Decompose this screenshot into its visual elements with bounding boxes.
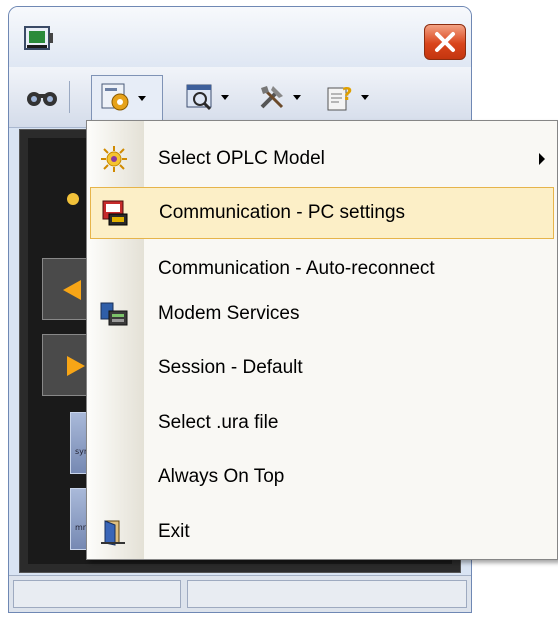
toolbar: ? — [9, 67, 471, 128]
chevron-down-icon — [138, 95, 146, 101]
tools-menu-button[interactable] — [257, 81, 301, 113]
menu-item-label: Communication - PC settings — [159, 202, 406, 223]
menu-item-always-on-top[interactable]: Always On Top — [87, 449, 557, 504]
menu-item-label: Session - Default — [158, 356, 303, 378]
close-icon — [435, 32, 455, 52]
close-button[interactable] — [424, 24, 466, 60]
view-menu-button[interactable] — [185, 81, 229, 113]
title-bar[interactable] — [9, 7, 471, 67]
settings-icon — [101, 83, 129, 111]
tools-icon — [260, 86, 284, 109]
status-pane-2 — [187, 580, 467, 608]
menu-item-label: Communication - Auto-reconnect — [158, 257, 435, 279]
status-bar — [9, 575, 471, 612]
binoculars-icon — [27, 92, 57, 106]
status-pane-1 — [13, 580, 181, 608]
communication-settings-icon — [102, 200, 128, 226]
exit-door-icon — [101, 519, 125, 546]
sun-icon — [67, 193, 79, 205]
help-icon: ? — [327, 84, 352, 111]
menu-item-label: Select .ura file — [158, 411, 279, 433]
sun-icon — [101, 145, 127, 172]
arrow-left-icon — [63, 280, 81, 300]
chevron-down-icon — [221, 94, 229, 100]
toolbar-separator — [69, 81, 70, 113]
menu-item-label: Select OPLC Model — [158, 147, 325, 169]
menu-item-modem-services[interactable]: Modem Services — [87, 286, 557, 341]
plc-app-icon — [24, 26, 53, 50]
help-menu-button[interactable]: ? — [325, 81, 369, 113]
binoculars-button[interactable] — [25, 81, 59, 113]
menu-item-exit[interactable]: Exit — [87, 504, 557, 559]
modem-icon — [100, 302, 128, 325]
menu-item-communication-pc-settings[interactable]: Communication - PC settings — [90, 187, 554, 239]
svg-text:?: ? — [342, 84, 352, 105]
menu-item-select-oplc-model[interactable]: Select OPLC Model — [87, 131, 557, 186]
arrow-right-icon — [67, 356, 85, 376]
settings-menu-button[interactable] — [91, 75, 163, 121]
view-icon — [186, 84, 212, 111]
menu-item-label: Modem Services — [158, 302, 300, 324]
menu-item-label: Exit — [158, 520, 190, 542]
menu-item-session-default[interactable]: Session - Default — [87, 340, 557, 395]
menu-item-label: Always On Top — [158, 465, 285, 487]
chevron-down-icon — [293, 94, 301, 100]
settings-dropdown-menu: Select OPLC Model Communication - PC set… — [86, 120, 558, 560]
chevron-down-icon — [361, 94, 369, 100]
submenu-arrow-icon — [539, 152, 545, 165]
menu-item-select-ura-file[interactable]: Select .ura file — [87, 395, 557, 450]
